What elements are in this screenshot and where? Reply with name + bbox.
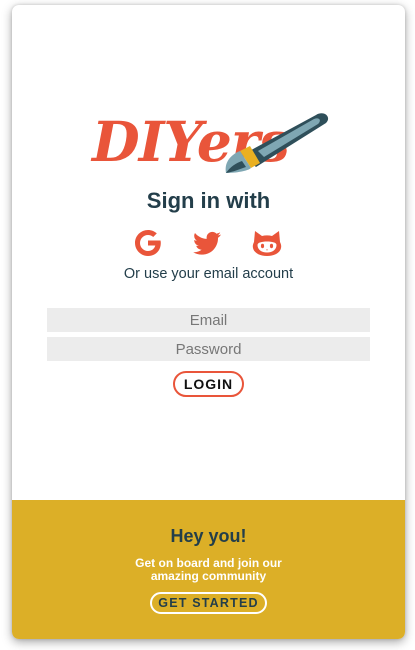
email-field[interactable] [47, 308, 370, 332]
social-login-row [12, 227, 405, 261]
signup-footer: Hey you! Get on board and join our amazi… [12, 500, 405, 639]
logo: DIYers [90, 109, 329, 174]
twitter-icon[interactable] [191, 227, 223, 259]
password-field[interactable] [47, 337, 370, 361]
signin-card: DIYers Sign in with Or use your email ac… [12, 5, 405, 639]
footer-heading: Hey you! [170, 526, 247, 546]
footer-promo-text: Get on board and join our amazing commun… [135, 556, 282, 583]
email-alternative-text: Or use your email account [123, 266, 294, 282]
github-icon[interactable] [251, 227, 283, 259]
get-started-button[interactable]: GET STARTED [150, 592, 267, 614]
signin-title: Sign in with [146, 188, 271, 213]
google-icon[interactable] [132, 227, 164, 259]
login-button[interactable]: LOGIN [173, 371, 244, 397]
